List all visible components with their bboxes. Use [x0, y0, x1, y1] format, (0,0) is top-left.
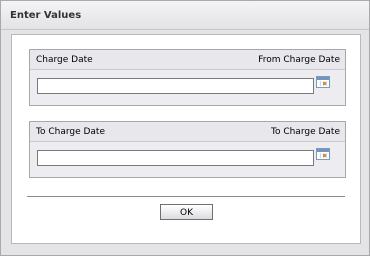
to-charge-date-input[interactable]	[37, 150, 314, 166]
charge-date-group: Charge Date From Charge Date	[29, 49, 346, 106]
calendar-icon[interactable]	[316, 76, 330, 88]
charge-date-label: Charge Date	[36, 55, 93, 65]
dialog-titlebar: Enter Values	[1, 1, 369, 30]
to-charge-date-label: To Charge Date	[36, 127, 106, 137]
to-charge-date-header: To Charge Date To Charge Date	[30, 122, 345, 142]
to-charge-date-group: To Charge Date To Charge Date	[29, 121, 346, 178]
to-charge-date-right-label: To Charge Date	[270, 127, 340, 137]
dialog-title: Enter Values	[10, 10, 82, 21]
from-charge-date-input[interactable]	[37, 78, 314, 94]
charge-date-header: Charge Date From Charge Date	[30, 50, 345, 70]
from-charge-date-label: From Charge Date	[258, 55, 340, 65]
enter-values-dialog: Enter Values Charge Date From Charge Dat…	[0, 0, 370, 256]
footer-separator	[27, 196, 345, 198]
ok-button[interactable]: OK	[160, 204, 213, 220]
dialog-content: Charge Date From Charge Date To Charge D…	[11, 34, 361, 244]
calendar-icon[interactable]	[316, 148, 330, 160]
